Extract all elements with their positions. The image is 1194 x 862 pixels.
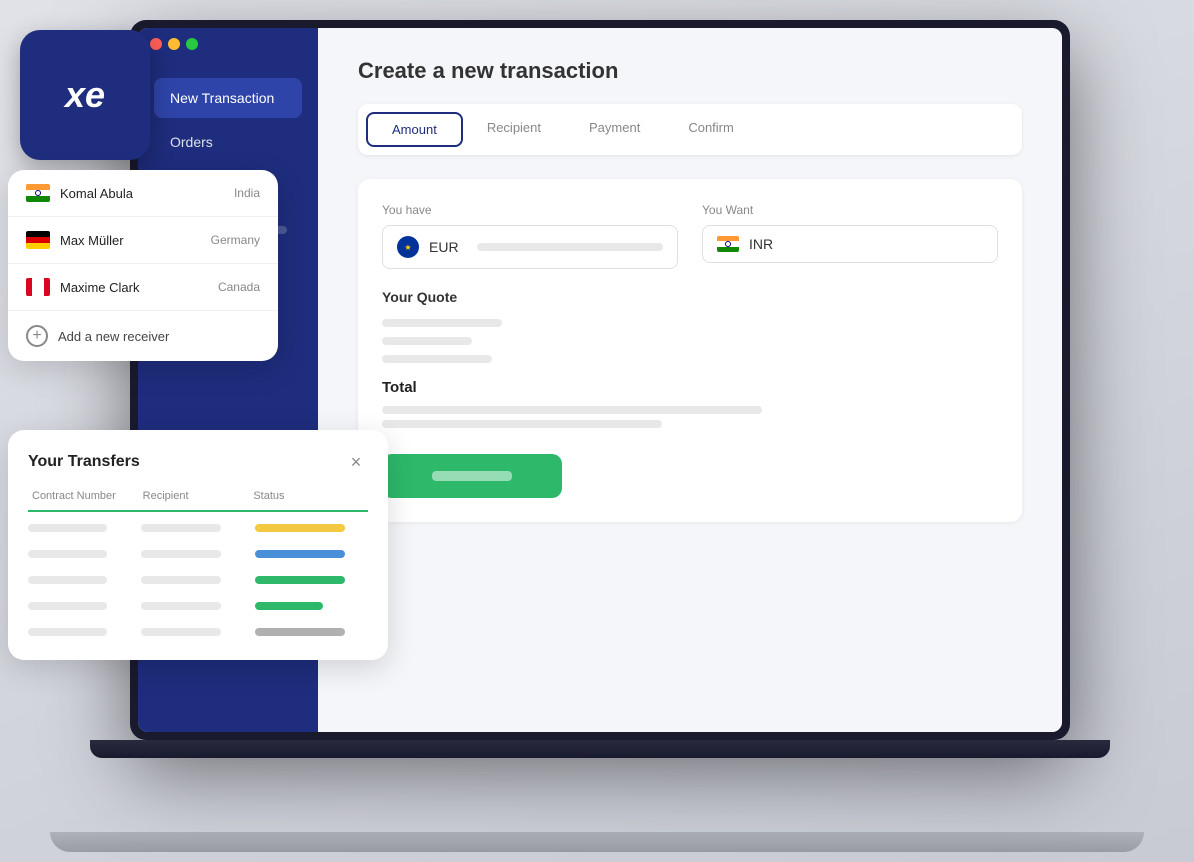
total-label: Total xyxy=(382,379,998,396)
quote-title: Your Quote xyxy=(382,289,998,305)
quote-line-3 xyxy=(382,355,492,363)
transfer-row-3[interactable] xyxy=(28,572,368,588)
traffic-lights xyxy=(150,38,198,50)
col-header-status: Status xyxy=(253,490,364,502)
contract-skel-4 xyxy=(28,602,107,610)
from-currency-field[interactable]: ★ EUR xyxy=(382,225,678,269)
from-amount-skeleton xyxy=(477,243,663,251)
transfer-row-4[interactable] xyxy=(28,598,368,614)
receivers-card: Komal Abula India Max Müller Germany Max… xyxy=(8,170,278,361)
receiver-country-canada: Canada xyxy=(218,280,260,294)
receiver-name-maxime: Maxime Clark xyxy=(60,280,208,295)
contract-skel-5 xyxy=(28,628,107,636)
sidebar-item-orders[interactable]: Orders xyxy=(154,122,302,162)
contract-skel-2 xyxy=(28,550,107,558)
btn-skeleton xyxy=(432,471,512,481)
quote-section: Your Quote xyxy=(382,289,998,363)
laptop-base xyxy=(50,832,1144,852)
maximize-traffic-light[interactable] xyxy=(186,38,198,50)
main-content: Create a new transaction Amount Recipien… xyxy=(318,28,1062,732)
receiver-country-germany: Germany xyxy=(211,233,260,247)
recipient-skel-3 xyxy=(141,576,220,584)
you-have-col: You have ★ EUR xyxy=(382,203,678,269)
close-traffic-light[interactable] xyxy=(150,38,162,50)
india-flag-icon xyxy=(26,184,50,202)
germany-flag-icon xyxy=(26,231,50,249)
transfers-card: Your Transfers × Contract Number Recipie… xyxy=(8,430,388,660)
transfer-row-2[interactable] xyxy=(28,546,368,562)
tab-amount[interactable]: Amount xyxy=(366,112,463,147)
recipient-skel-4 xyxy=(141,602,220,610)
col-header-contract: Contract Number xyxy=(32,490,143,502)
tab-confirm[interactable]: Confirm xyxy=(664,112,758,147)
recipient-skel-1 xyxy=(141,524,220,532)
to-currency-code: INR xyxy=(749,236,773,252)
receiver-row-germany[interactable]: Max Müller Germany xyxy=(8,217,278,264)
status-bar-2 xyxy=(255,550,346,558)
status-bar-3 xyxy=(255,576,346,584)
currency-row: You have ★ EUR You Want xyxy=(382,203,998,269)
status-bar-1 xyxy=(255,524,346,532)
transfers-title: Your Transfers xyxy=(28,453,140,471)
laptop-bottom-bar xyxy=(90,740,1110,758)
form-card: You have ★ EUR You Want xyxy=(358,179,1022,522)
contract-skel-3 xyxy=(28,576,107,584)
add-receiver-row[interactable]: + Add a new receiver xyxy=(8,311,278,361)
receiver-name-komal: Komal Abula xyxy=(60,186,224,201)
receiver-country-india: India xyxy=(234,186,260,200)
submit-button[interactable] xyxy=(382,454,562,498)
transfers-close-button[interactable]: × xyxy=(344,450,368,474)
canada-flag-icon xyxy=(26,278,50,296)
receiver-row-india[interactable]: Komal Abula India xyxy=(8,170,278,217)
quote-line-2 xyxy=(382,337,472,345)
quote-line-1 xyxy=(382,319,502,327)
from-currency-code: EUR xyxy=(429,239,459,255)
transfer-row-1[interactable] xyxy=(28,520,368,536)
recipient-skel-2 xyxy=(141,550,220,558)
to-currency-field[interactable]: INR xyxy=(702,225,998,263)
receiver-name-max: Max Müller xyxy=(60,233,201,248)
transfers-header: Your Transfers × xyxy=(28,450,368,474)
add-receiver-label: Add a new receiver xyxy=(58,329,169,344)
transfers-rows xyxy=(28,520,368,640)
eur-flag-icon: ★ xyxy=(397,236,419,258)
tab-recipient[interactable]: Recipient xyxy=(463,112,565,147)
tabs-container: Amount Recipient Payment Confirm xyxy=(358,104,1022,155)
total-line-2 xyxy=(382,420,662,428)
you-want-col: You Want INR xyxy=(702,203,998,269)
receiver-row-canada[interactable]: Maxime Clark Canada xyxy=(8,264,278,311)
recipient-skel-5 xyxy=(141,628,220,636)
you-have-label: You have xyxy=(382,203,678,217)
status-bar-4 xyxy=(255,602,323,610)
xe-logo-text: xe xyxy=(65,74,105,116)
minimize-traffic-light[interactable] xyxy=(168,38,180,50)
page-title: Create a new transaction xyxy=(358,58,1022,84)
inr-flag-icon xyxy=(717,236,739,252)
total-line-1 xyxy=(382,406,762,414)
tab-payment[interactable]: Payment xyxy=(565,112,664,147)
add-circle-icon: + xyxy=(26,325,48,347)
xe-logo-card: xe xyxy=(20,30,150,160)
transfers-table-header: Contract Number Recipient Status xyxy=(28,490,368,512)
contract-skel-1 xyxy=(28,524,107,532)
you-want-label: You Want xyxy=(702,203,998,217)
sidebar-item-new-transaction[interactable]: New Transaction xyxy=(154,78,302,118)
transfer-row-5[interactable] xyxy=(28,624,368,640)
status-bar-5 xyxy=(255,628,346,636)
col-header-recipient: Recipient xyxy=(143,490,254,502)
